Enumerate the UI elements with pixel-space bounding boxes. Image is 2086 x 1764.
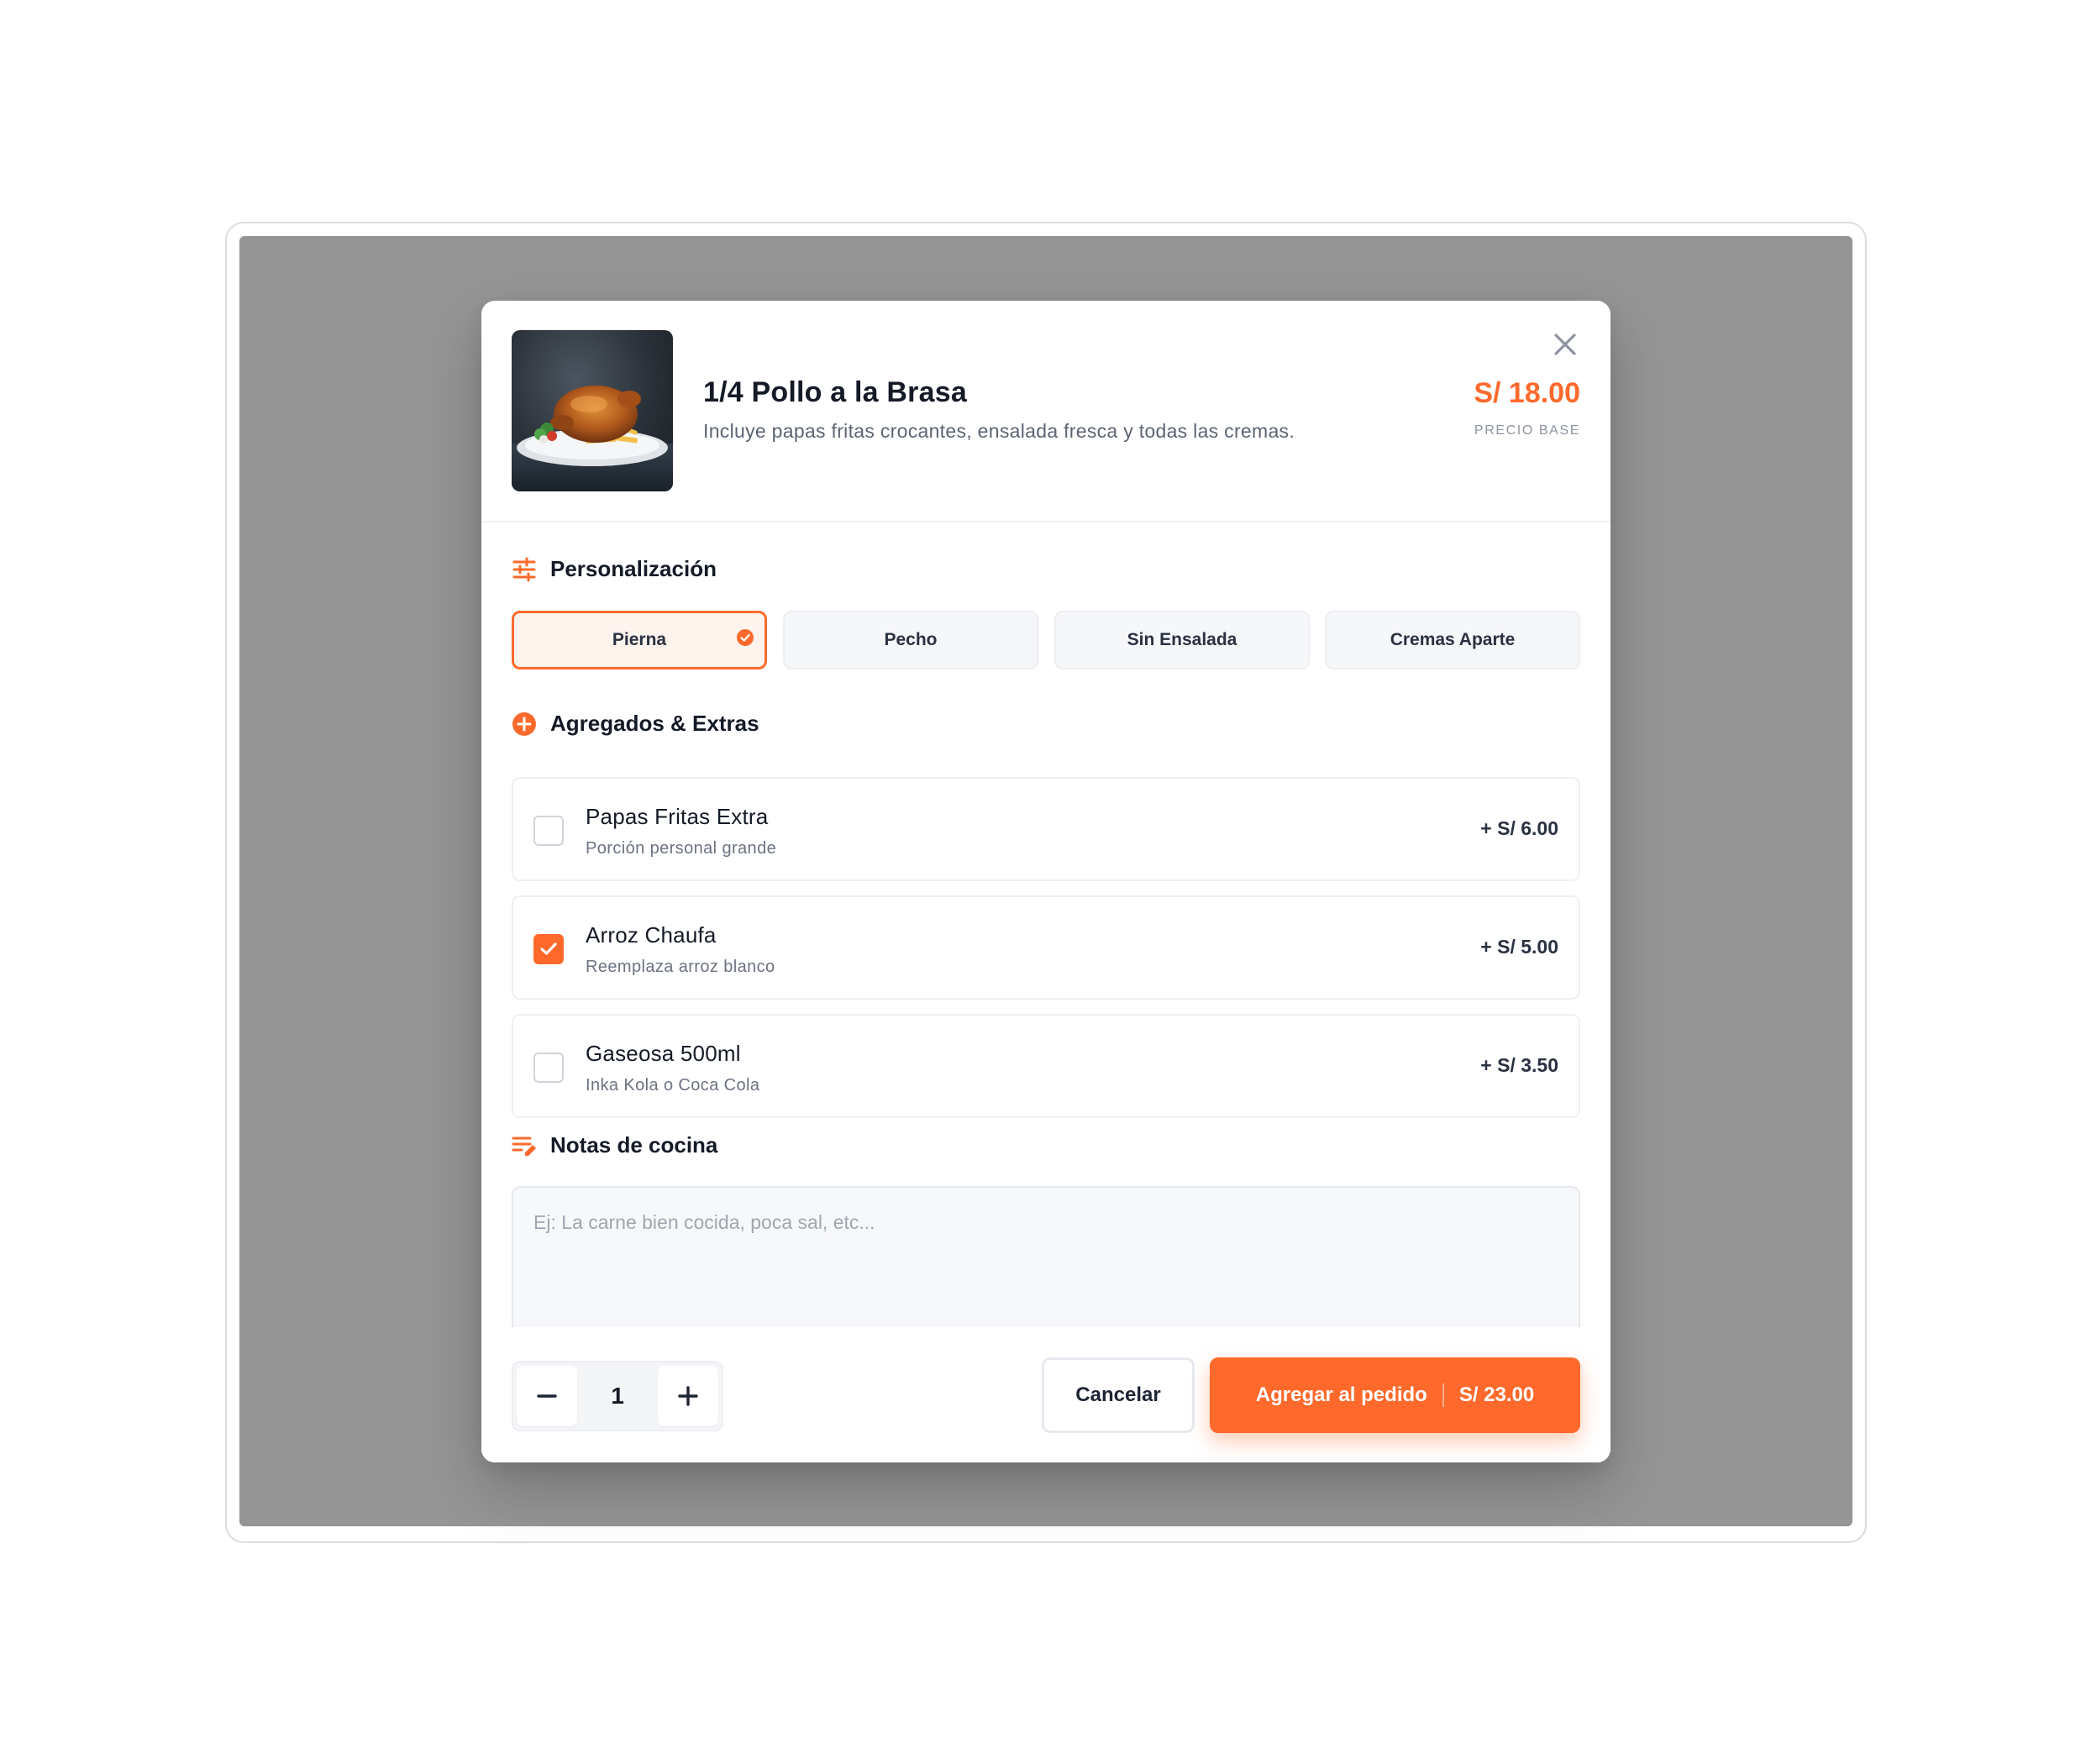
minus-icon [537,1394,557,1398]
extra-item-arroz[interactable]: Arroz Chaufa Reemplaza arroz blanco + S/… [512,895,1580,1000]
quantity-stepper: 1 [512,1361,723,1431]
notes-edit-icon [512,1137,536,1156]
extra-checkbox[interactable] [533,1053,564,1083]
order-total: S/ 23.00 [1458,1383,1535,1406]
extras-heading: Agregados & Extras [512,711,759,737]
quantity-value: 1 [611,1383,624,1409]
option-label: Pierna [612,630,667,649]
check-icon [540,942,557,955]
sliders-icon [512,557,536,581]
base-price: S/ 18.00 [1474,377,1580,409]
notes-textarea[interactable] [512,1186,1580,1327]
extra-name: Gaseosa 500ml [586,1041,741,1066]
cancel-button[interactable]: Cancelar [1042,1357,1195,1433]
extra-price: + S/ 5.00 [1480,936,1558,958]
extra-name: Arroz Chaufa [586,922,717,948]
modal-footer: 1 Cancelar Agregar al pedido S/ 23.00 [481,1327,1610,1462]
close-icon [1554,333,1576,355]
option-pecho[interactable]: Pecho [783,611,1038,669]
extra-description: Reemplaza arroz blanco [586,958,775,976]
extra-price: + S/ 3.50 [1480,1054,1558,1076]
product-title: 1/4 Pollo a la Brasa [703,376,967,408]
personalization-title: Personalización [550,556,717,581]
option-sin-ensalada[interactable]: Sin Ensalada [1054,611,1310,669]
option-pierna[interactable]: Pierna [512,611,767,669]
option-label: Sin Ensalada [1127,630,1237,649]
plus-icon [678,1386,698,1406]
check-icon [737,629,754,646]
product-modal: 1/4 Pollo a la Brasa Incluye papas frita… [481,301,1610,1462]
extra-price: + S/ 6.00 [1480,817,1558,839]
product-description: Incluye papas fritas crocantes, ensalada… [703,420,1295,442]
personalization-heading: Personalización [512,556,717,582]
option-cremas-aparte[interactable]: Cremas Aparte [1325,611,1580,669]
notes-title: Notas de cocina [550,1132,718,1158]
increase-quantity-button[interactable] [658,1366,718,1426]
extra-description: Porción personal grande [586,839,777,858]
extra-item-papas[interactable]: Papas Fritas Extra Porción personal gran… [512,777,1580,881]
option-label: Pecho [884,630,938,649]
extra-checkbox[interactable] [533,816,564,846]
add-to-order-button[interactable]: Agregar al pedido S/ 23.00 [1210,1357,1580,1433]
cancel-label: Cancelar [1075,1383,1161,1406]
extra-name: Papas Fritas Extra [586,804,769,829]
decrease-quantity-button[interactable] [517,1366,577,1426]
option-label: Cremas Aparte [1390,630,1516,649]
extra-description: Inka Kola o Coca Cola [586,1076,760,1095]
base-price-label: PRECIO BASE [1474,423,1580,438]
extra-checkbox[interactable] [533,934,564,964]
plus-circle-icon [512,711,536,736]
product-image [512,330,673,491]
close-button[interactable] [1550,329,1580,360]
modal-body: Personalización Pierna Pecho Sin Ensalad… [481,524,1610,1327]
extras-title: Agregados & Extras [550,711,759,736]
add-label: Agregar al pedido [1255,1383,1427,1406]
button-divider [1442,1383,1444,1407]
notes-heading: Notas de cocina [512,1132,717,1158]
modal-header: 1/4 Pollo a la Brasa Incluye papas frita… [481,301,1610,522]
extra-item-gaseosa[interactable]: Gaseosa 500ml Inka Kola o Coca Cola + S/… [512,1014,1580,1118]
